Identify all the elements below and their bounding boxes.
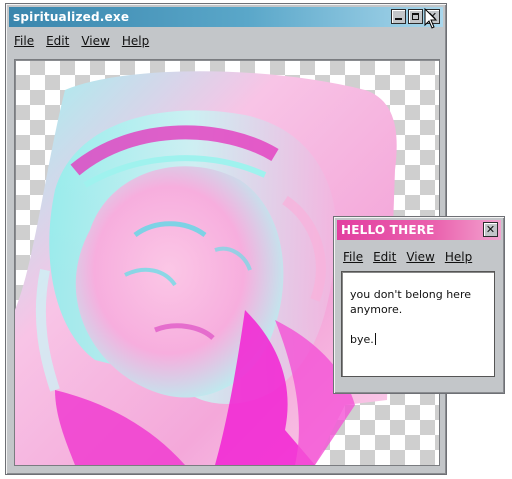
menu-file-label: File [14,34,35,48]
window-title: spiritualized.exe [13,10,130,24]
menu-edit-label: Edit [46,34,70,48]
dialog-title: HELLO THERE [341,223,435,237]
dialog-menu-file[interactable]: File [343,250,363,264]
maximize-button[interactable] [408,9,423,24]
main-titlebar[interactable]: spiritualized.exe ✕ [9,7,443,27]
dialog-menu-help-label: Help [444,250,473,264]
text-caret [374,333,376,345]
menu-view-label: View [81,34,110,48]
dialog-titlebar[interactable]: HELLO THERE ✕ [337,220,501,240]
dialog-menu-edit-label: Edit [373,250,397,264]
menu-help-label: Help [121,34,150,48]
hello-dialog: HELLO THERE ✕ File Edit View Help you do… [333,216,505,394]
dialog-title-buttons: ✕ [483,222,498,237]
message-line-2: bye. [350,333,374,346]
maximize-icon [412,13,419,20]
dialog-menu-view[interactable]: View [406,250,434,264]
dialog-menu-help[interactable]: Help [445,250,472,264]
menu-help[interactable]: Help [122,34,149,48]
main-menubar: File Edit View Help [14,34,149,48]
menu-view[interactable]: View [81,34,109,48]
mouse-pointer-icon [424,8,438,29]
dialog-menu-view-label: View [406,250,435,264]
minimize-icon [395,18,402,20]
menu-file[interactable]: File [14,34,34,48]
dialog-close-button[interactable]: ✕ [483,222,498,237]
dialog-menu-edit[interactable]: Edit [373,250,396,264]
message-textarea[interactable]: you don't belong here anymore. bye. [341,271,495,377]
dialog-menubar: File Edit View Help [343,250,472,264]
message-line-2-row: bye. [350,332,486,347]
minimize-button[interactable] [391,9,406,24]
message-line-1: you don't belong here anymore. [350,288,471,316]
dialog-menu-file-label: File [343,250,364,264]
menu-edit[interactable]: Edit [46,34,69,48]
close-icon: ✕ [485,223,496,236]
